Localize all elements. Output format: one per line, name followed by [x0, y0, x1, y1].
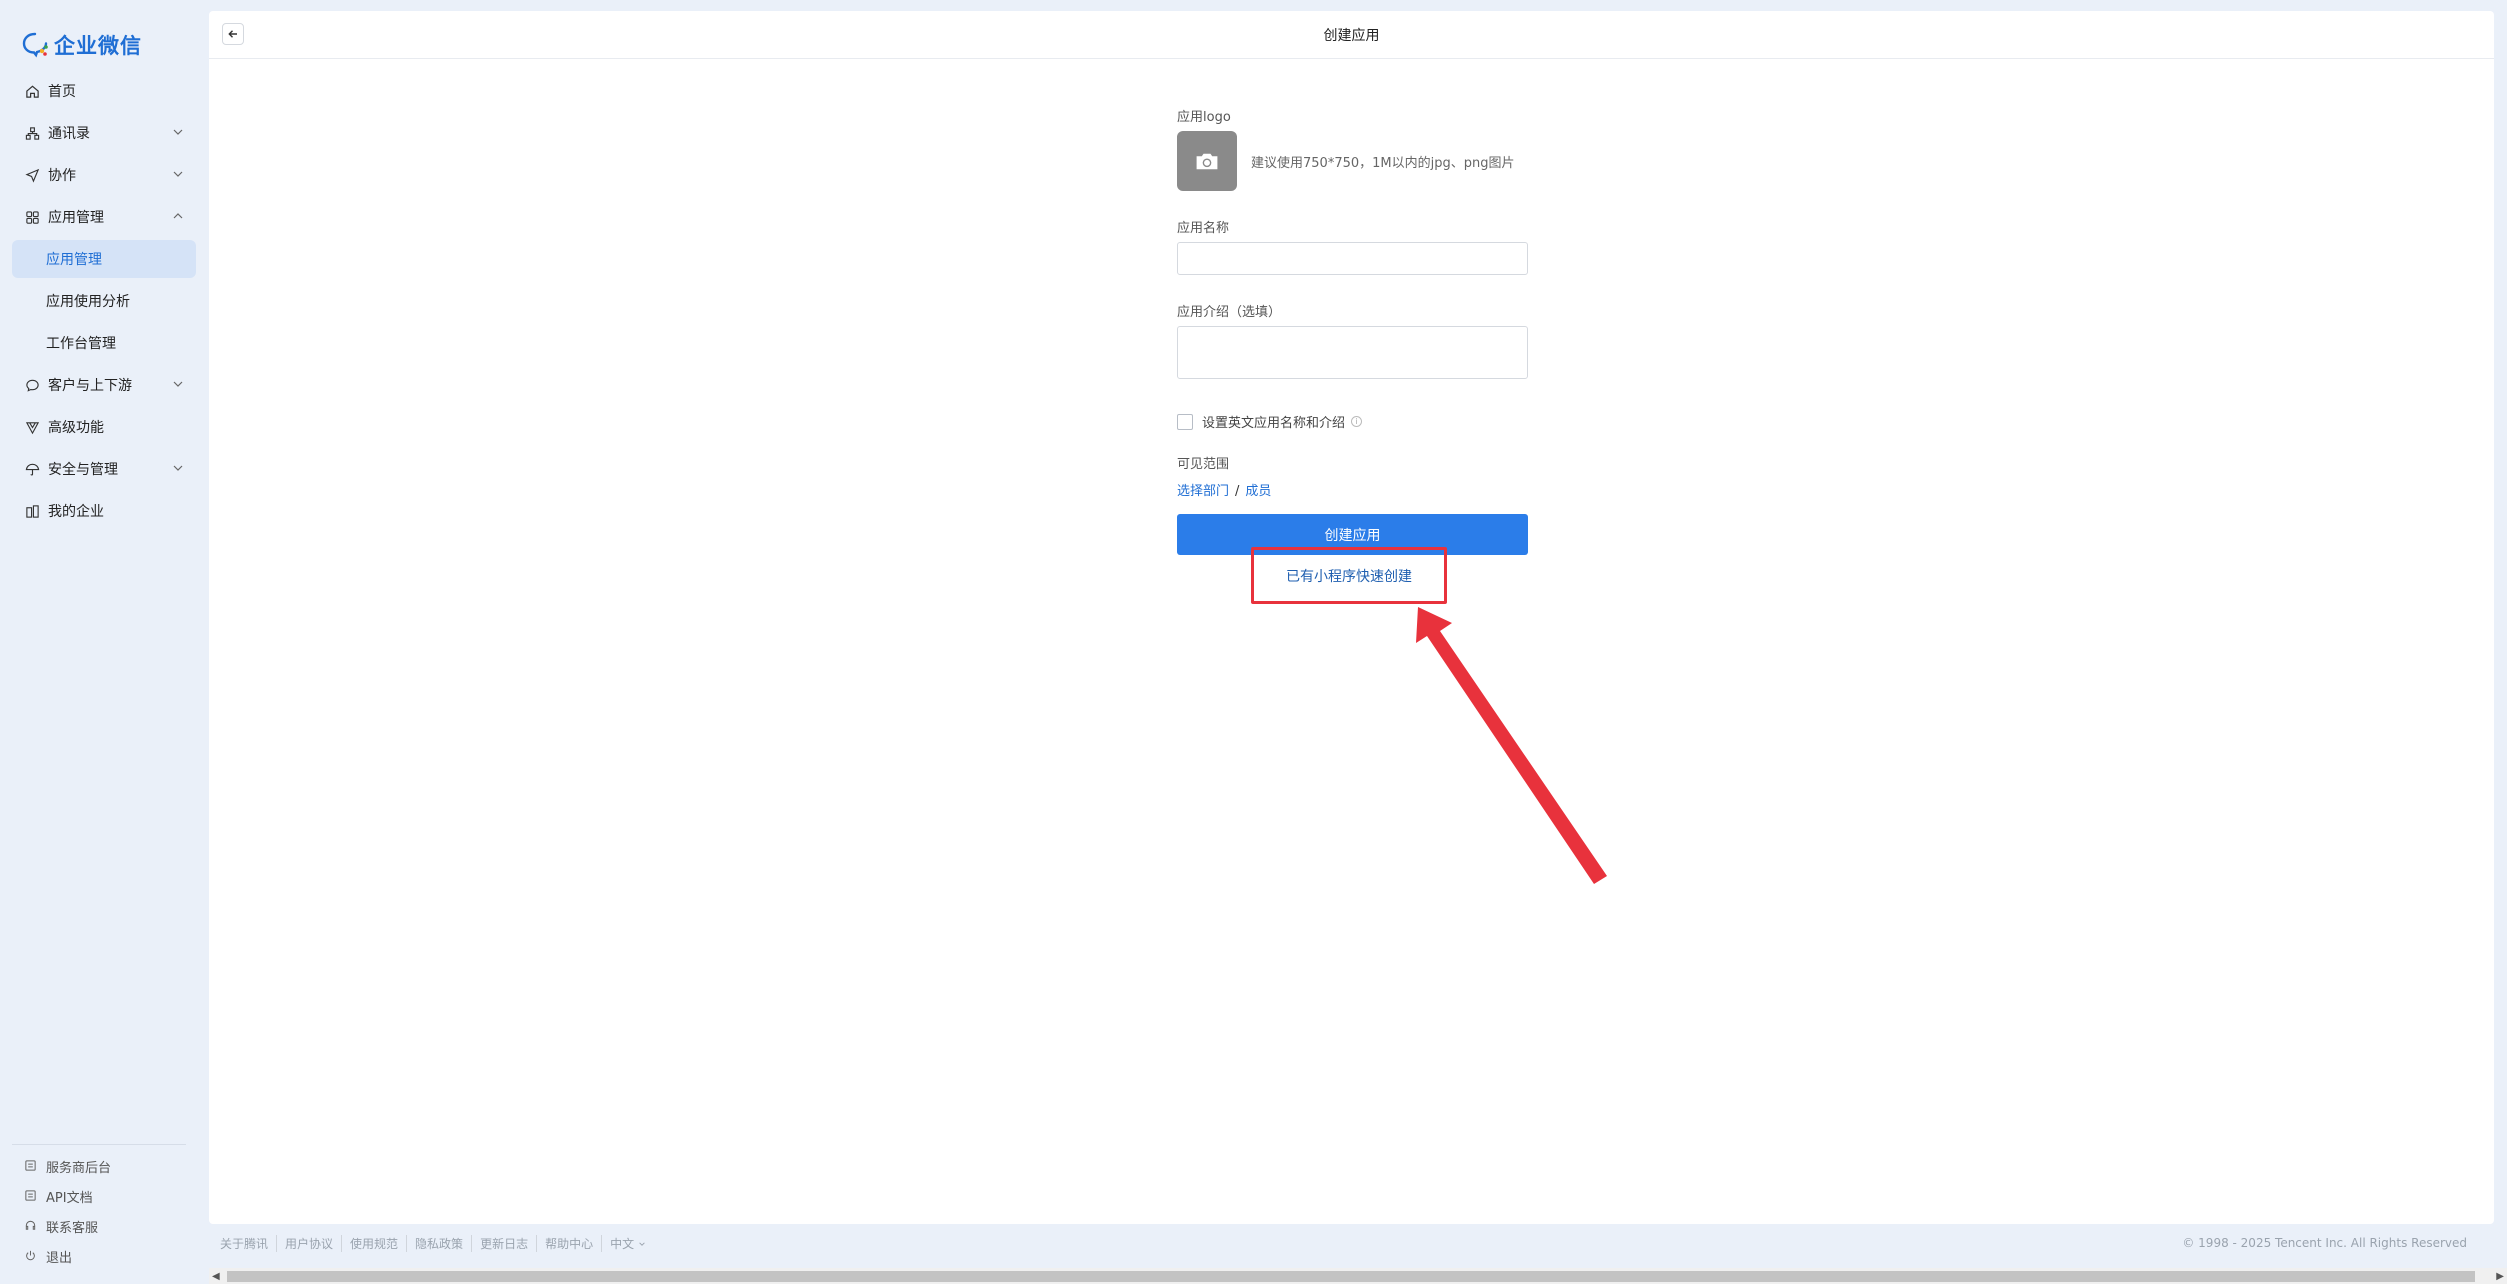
link-contact-support[interactable]: 联系客服	[12, 1211, 186, 1241]
doc-icon	[24, 1159, 38, 1173]
english-name-checkbox[interactable]	[1177, 413, 1193, 430]
sidebar-bottom-links: 服务商后台 API文档 联系客服 退出	[12, 1144, 186, 1271]
english-name-option: 设置英文应用名称和介绍 i	[1177, 412, 1528, 431]
link-label: 服务商后台	[46, 1160, 112, 1176]
link-logout[interactable]: 退出	[12, 1241, 186, 1271]
footer-link-privacy[interactable]: 隐私政策	[407, 1234, 473, 1252]
chevron-down-icon	[173, 129, 183, 135]
send-icon	[24, 167, 40, 183]
grid-icon	[24, 209, 40, 225]
language-label: 中文	[610, 1236, 635, 1251]
chat-icon	[24, 377, 40, 393]
name-label: 应用名称	[1177, 221, 1230, 236]
copyright: © 1998 - 2025 Tencent Inc. All Rights Re…	[2182, 1236, 2467, 1250]
app-name-input[interactable]	[1177, 242, 1528, 275]
sidebar-item-customers[interactable]: 客户与上下游	[12, 366, 196, 404]
english-name-checkbox-label[interactable]: 设置英文应用名称和介绍	[1202, 412, 1345, 431]
sidebar-item-label: 安全与管理	[48, 462, 118, 478]
sidebar-item-label: 工作台管理	[46, 336, 116, 352]
logo-label: 应用logo	[1177, 110, 1231, 125]
sidebar-item-collab[interactable]: 协作	[12, 156, 196, 194]
link-service-provider-backend[interactable]: 服务商后台	[12, 1151, 186, 1181]
sidebar-item-label: 客户与上下游	[48, 378, 132, 394]
chevron-down-icon	[173, 465, 183, 471]
sidebar-item-label: 应用使用分析	[46, 294, 130, 310]
sidebar: 企业微信 首页 通讯录 协作 应用管理 应用管理 应用使用分析 工作台管理 客户…	[0, 0, 208, 1284]
footer-links: 关于腾讯 用户协议 使用规范 隐私政策 更新日志 帮助中心 中文	[220, 1234, 646, 1252]
sidebar-item-security[interactable]: 安全与管理	[12, 450, 196, 488]
camera-icon	[1196, 153, 1218, 169]
link-api-docs[interactable]: API文档	[12, 1181, 186, 1211]
umbrella-icon	[24, 461, 40, 477]
link-label: 退出	[46, 1250, 73, 1266]
page-title: 创建应用	[1323, 28, 1380, 44]
sidebar-subitem-app-management[interactable]: 应用管理	[12, 240, 196, 278]
home-icon	[24, 83, 40, 99]
footer-link-changelog[interactable]: 更新日志	[472, 1234, 538, 1252]
flag-icon	[24, 419, 40, 435]
sidebar-item-label: 高级功能	[48, 420, 104, 436]
sidebar-item-label: 协作	[48, 168, 76, 184]
intro-label: 应用介绍（选填）	[1177, 305, 1282, 320]
scrollbar-thumb[interactable]	[227, 1271, 2475, 1282]
sidebar-item-label: 我的企业	[48, 504, 104, 520]
brand-logo[interactable]: 企业微信	[20, 28, 142, 62]
sidebar-item-label: 首页	[48, 84, 76, 100]
wecom-logo-icon	[20, 30, 50, 60]
sidebar-item-my-enterprise[interactable]: 我的企业	[12, 492, 196, 530]
scope-label: 可见范围	[1177, 457, 1230, 472]
sidebar-nav: 首页 通讯录 协作 应用管理 应用管理 应用使用分析 工作台管理 客户与上下游	[12, 72, 196, 534]
power-icon	[24, 1249, 38, 1263]
chevron-down-icon	[173, 381, 183, 387]
sidebar-item-contacts[interactable]: 通讯录	[12, 114, 196, 152]
org-icon	[24, 125, 40, 141]
create-app-form: 应用logo 建议使用750*750，1M以内的jpg、png图片 应用名称 应…	[1177, 106, 1528, 555]
info-icon[interactable]: i	[1351, 416, 1363, 427]
footer-link-about[interactable]: 关于腾讯	[220, 1234, 278, 1252]
building-icon	[24, 503, 40, 519]
link-label: 联系客服	[46, 1220, 99, 1236]
chevron-up-icon	[173, 213, 183, 219]
quick-create-from-miniprogram-link[interactable]: 已有小程序快速创建	[1251, 547, 1447, 604]
chevron-down-icon	[173, 171, 183, 177]
footer-link-help-center[interactable]: 帮助中心	[537, 1234, 603, 1252]
scope-separator: /	[1235, 484, 1240, 499]
sidebar-item-home[interactable]: 首页	[12, 72, 196, 110]
select-member-link[interactable]: 成员	[1245, 484, 1271, 499]
sidebar-item-advanced[interactable]: 高级功能	[12, 408, 196, 446]
sidebar-subitem-workbench-management[interactable]: 工作台管理	[12, 324, 196, 362]
chevron-down-icon	[639, 1241, 645, 1246]
doc-icon	[24, 1189, 38, 1203]
scroll-right-icon[interactable]: ▶	[2496, 1271, 2504, 1282]
sidebar-item-label: 应用管理	[48, 210, 104, 226]
select-department-link[interactable]: 选择部门	[1177, 484, 1229, 499]
sidebar-subitem-app-usage-analysis[interactable]: 应用使用分析	[12, 282, 196, 320]
language-selector[interactable]: 中文	[602, 1235, 646, 1252]
scope-selector: 选择部门 / 成员	[1177, 480, 1528, 499]
page-header: 创建应用	[209, 11, 2494, 59]
logo-upload-button[interactable]	[1177, 131, 1237, 191]
scroll-left-icon[interactable]: ◀	[212, 1271, 220, 1282]
link-label: API文档	[46, 1190, 93, 1206]
horizontal-scrollbar[interactable]: ◀ ▶	[209, 1268, 2507, 1284]
brand-name: 企业微信	[54, 34, 142, 58]
footer-link-user-agreement[interactable]: 用户协议	[277, 1234, 343, 1252]
logo-row: 建议使用750*750，1M以内的jpg、png图片	[1177, 131, 1528, 191]
footer-link-usage-rules[interactable]: 使用规范	[342, 1234, 408, 1252]
sidebar-item-label: 应用管理	[46, 252, 102, 268]
app-intro-textarea[interactable]	[1177, 326, 1528, 379]
logo-hint: 建议使用750*750，1M以内的jpg、png图片	[1251, 155, 1515, 171]
headset-icon	[24, 1219, 38, 1233]
sidebar-item-app-management[interactable]: 应用管理	[12, 198, 196, 236]
sidebar-item-label: 通讯录	[48, 126, 90, 142]
